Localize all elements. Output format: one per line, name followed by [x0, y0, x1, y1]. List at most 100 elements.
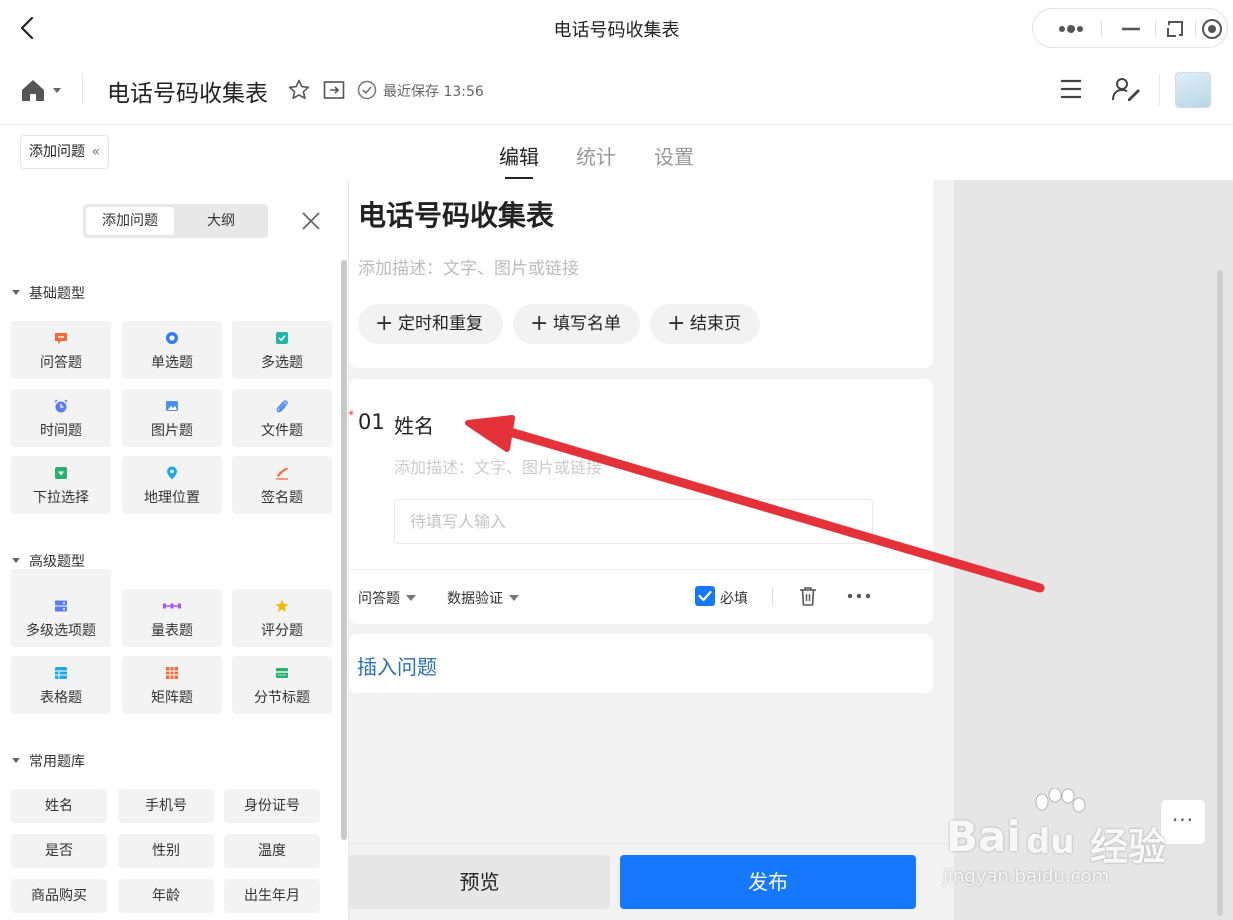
- saved-status: 最近保存 13:56: [383, 84, 484, 100]
- qtype-label: 问答题: [40, 355, 82, 371]
- watermark-brand-2: du: [1026, 822, 1075, 862]
- qtype-label: 单选题: [151, 355, 193, 371]
- panel-mode-switch: 添加问题 大纲: [83, 204, 268, 238]
- qtype-location[interactable]: 地理位置: [122, 456, 222, 514]
- add-question-panel: 添加问题 大纲 基础题型 问答题 单选题 多选题 时间题 图片题 文件题 下拉选…: [0, 180, 349, 920]
- section-icon: [276, 668, 288, 678]
- collaborator-edit-icon[interactable]: [1111, 76, 1141, 102]
- qtype-label: 多级选项题: [26, 623, 96, 639]
- seg-outline[interactable]: 大纲: [177, 207, 265, 235]
- table-icon: [55, 667, 67, 679]
- question-description-field[interactable]: 添加描述：文字、图片或链接: [394, 454, 602, 478]
- library-item[interactable]: 姓名: [11, 789, 107, 823]
- add-question-toggle-label: 添加问题: [29, 144, 85, 160]
- qtype-multi-choice[interactable]: 多选题: [232, 321, 332, 379]
- document-toolbar: 电话号码收集表 最近保存 13:56: [0, 56, 1233, 124]
- caret-down-icon: [12, 757, 20, 763]
- minimize-icon[interactable]: [1113, 15, 1149, 43]
- qtype-label: 表格题: [40, 690, 82, 706]
- library-item[interactable]: 性别: [118, 834, 214, 868]
- library-item[interactable]: 出生年月: [224, 879, 320, 913]
- caret-down-icon: [12, 557, 20, 563]
- floating-more-button[interactable]: ···: [1160, 799, 1206, 845]
- comment-icon: [55, 333, 67, 344]
- chevron-down-icon: [406, 595, 416, 601]
- qtype-label: 地理位置: [144, 490, 200, 506]
- qtype-time[interactable]: 时间题: [11, 389, 111, 447]
- qtype-cascade[interactable]: 多级选项题: [11, 589, 111, 647]
- tab-stats[interactable]: 统计: [576, 141, 616, 170]
- qtype-dropdown[interactable]: 下拉选择: [11, 456, 111, 514]
- qtype-label: 分节标题: [254, 690, 310, 706]
- more-dots-icon[interactable]: [1053, 15, 1089, 43]
- qtype-rating[interactable]: 评分题: [232, 589, 332, 647]
- library-item[interactable]: 手机号: [118, 789, 214, 823]
- star-icon[interactable]: [287, 78, 311, 102]
- qtype-scale[interactable]: 量表题: [122, 589, 222, 647]
- qtype-section-title[interactable]: 分节标题: [232, 656, 332, 714]
- active-tab-indicator: [505, 177, 533, 179]
- qtype-matrix[interactable]: 矩阵题: [122, 656, 222, 714]
- fill-list-label: 填写名单: [553, 314, 621, 334]
- section-advanced-label: 高级题型: [29, 554, 85, 570]
- qtype-label: 签名题: [261, 490, 303, 506]
- capsule-divider: [1155, 21, 1156, 37]
- publish-button[interactable]: 发布: [620, 855, 916, 909]
- tab-settings[interactable]: 设置: [654, 141, 694, 170]
- end-page-button[interactable]: + 结束页: [650, 304, 760, 344]
- qtype-label: 时间题: [40, 423, 82, 439]
- home-icon[interactable]: [20, 76, 66, 104]
- qtype-table[interactable]: 表格题: [11, 656, 111, 714]
- qtype-text-answer[interactable]: 问答题: [11, 321, 111, 379]
- canvas-scrollbar[interactable]: [1217, 270, 1223, 916]
- library-item[interactable]: 温度: [224, 834, 320, 868]
- avatar[interactable]: [1175, 72, 1211, 108]
- move-to-folder-icon[interactable]: [322, 78, 346, 102]
- schedule-repeat-button[interactable]: + 定时和重复: [358, 304, 503, 344]
- qtype-file[interactable]: 文件题: [232, 389, 332, 447]
- data-validation-select[interactable]: 数据验证: [447, 588, 519, 608]
- restore-window-icon[interactable]: [1157, 15, 1193, 43]
- section-basic-types[interactable]: 基础题型: [12, 283, 85, 303]
- insert-question-link[interactable]: 插入问题: [357, 651, 437, 680]
- qtype-label: 文件题: [261, 423, 303, 439]
- close-target-icon[interactable]: [1197, 15, 1227, 43]
- chevron-down-icon: [509, 595, 519, 601]
- qtype-label: 评分题: [261, 623, 303, 639]
- dropdown-icon: [55, 467, 67, 479]
- capsule-divider: [1101, 21, 1102, 37]
- library-item[interactable]: 是否: [11, 834, 107, 868]
- panel-scrollbar[interactable]: [341, 260, 347, 840]
- tab-edit[interactable]: 编辑: [499, 141, 539, 170]
- trash-icon[interactable]: [796, 584, 820, 608]
- document-title[interactable]: 电话号码收集表: [107, 74, 268, 108]
- form-description-field[interactable]: 添加描述：文字、图片或链接: [358, 254, 579, 279]
- answer-input-preview[interactable]: 待填写人输入: [394, 499, 873, 544]
- library-item[interactable]: 商品购买: [11, 879, 107, 913]
- cascade-icon: [55, 600, 67, 612]
- question-type-select[interactable]: 问答题: [358, 588, 416, 608]
- section-common-library[interactable]: 常用题库: [12, 751, 85, 771]
- seg-add-question[interactable]: 添加问题: [86, 207, 174, 235]
- qtype-signature[interactable]: 签名题: [232, 456, 332, 514]
- qtype-label: 量表题: [151, 623, 193, 639]
- toolbar-divider: [82, 74, 83, 104]
- plus-icon: +: [375, 311, 394, 336]
- menu-icon[interactable]: [1058, 76, 1084, 102]
- qtype-single-choice[interactable]: 单选题: [122, 321, 222, 379]
- library-item[interactable]: 身份证号: [224, 789, 320, 823]
- form-title[interactable]: 电话号码收集表: [358, 194, 554, 234]
- fill-list-button[interactable]: + 填写名单: [513, 304, 640, 344]
- section-advanced-types[interactable]: 高级题型: [12, 551, 85, 571]
- more-options-icon[interactable]: [846, 584, 872, 608]
- required-checkbox[interactable]: [695, 586, 715, 606]
- preview-button[interactable]: 预览: [349, 855, 610, 909]
- radio-icon: [166, 332, 178, 344]
- close-icon[interactable]: [300, 210, 322, 232]
- section-library-label: 常用题库: [29, 754, 85, 770]
- question-title-field[interactable]: 姓名: [394, 410, 434, 439]
- watermark-brand: Bai: [946, 812, 1021, 861]
- qtype-image[interactable]: 图片题: [122, 389, 222, 447]
- library-item[interactable]: 年龄: [118, 879, 214, 913]
- add-question-panel-toggle[interactable]: 添加问题 «: [20, 135, 110, 169]
